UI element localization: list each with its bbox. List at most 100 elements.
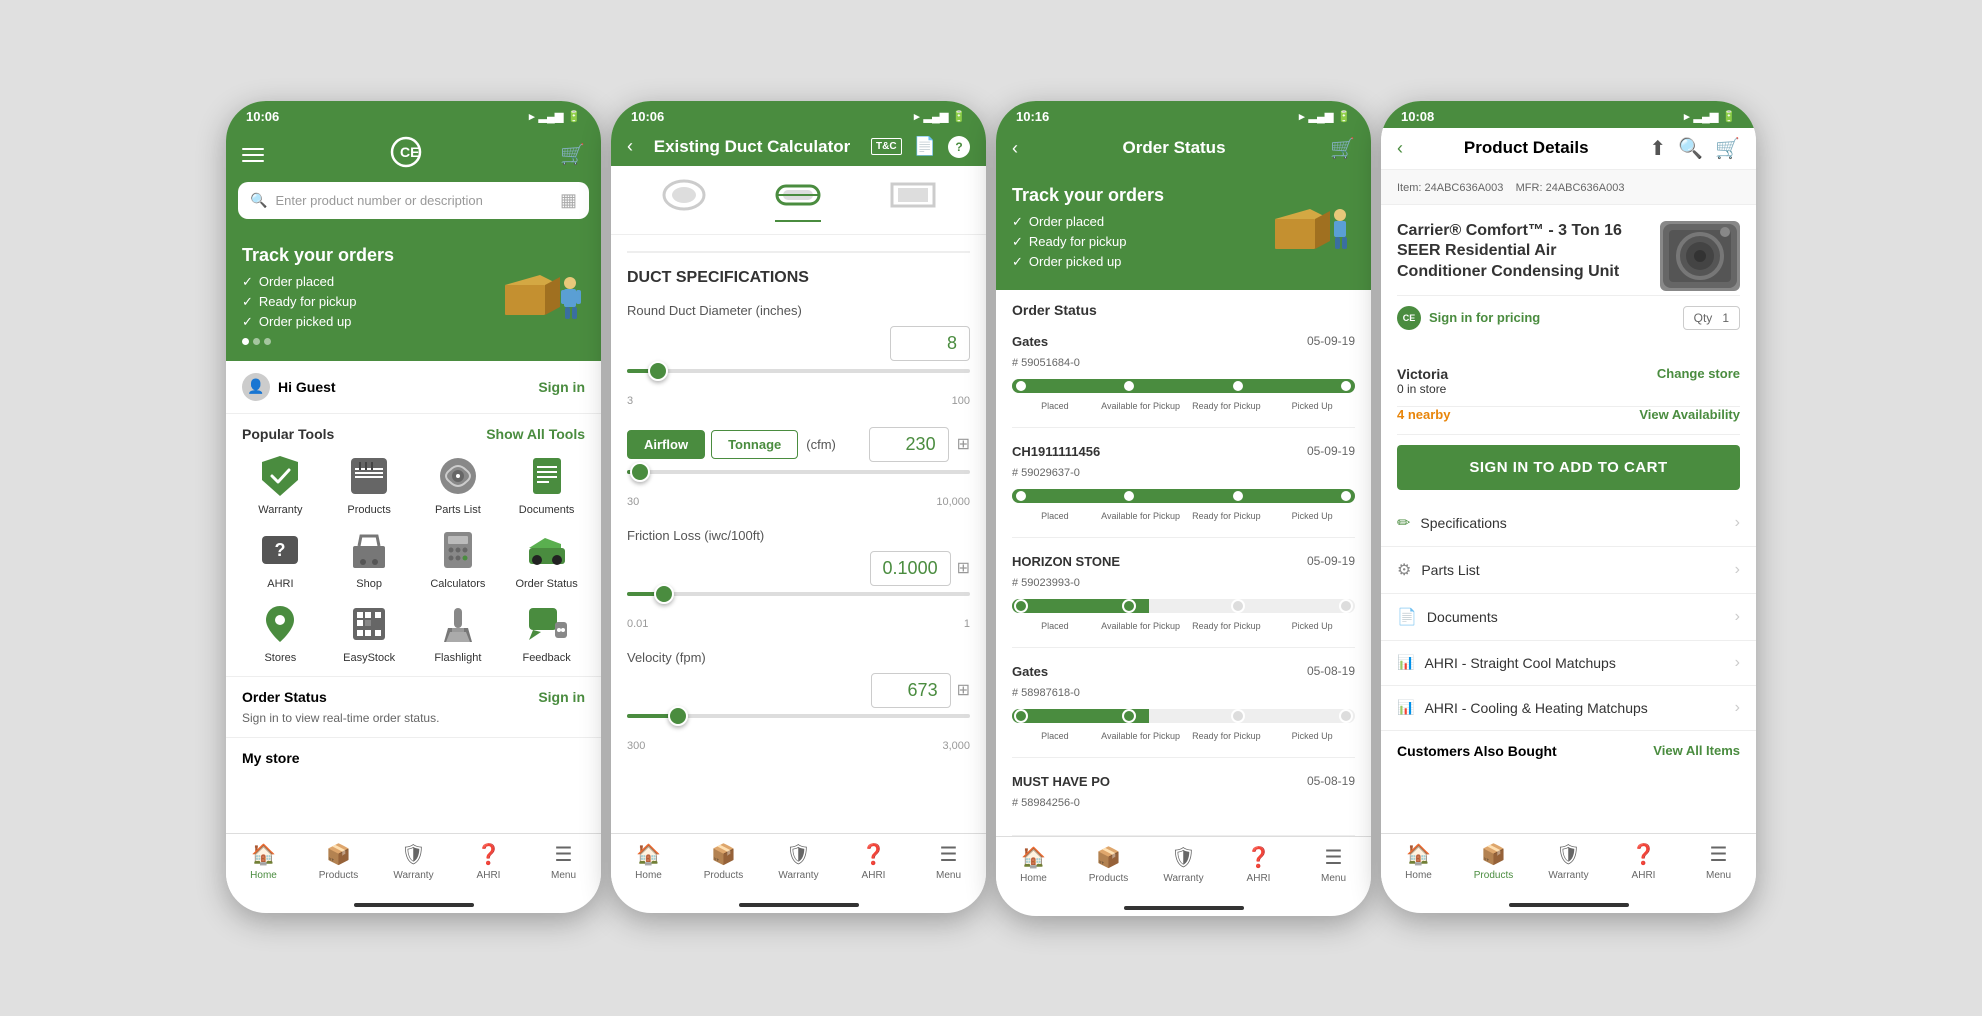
detail-row-ahri1[interactable]: 📊 AHRI - Straight Cool Matchups ›	[1381, 641, 1756, 686]
calc-icon-1[interactable]: ⊞	[957, 434, 970, 454]
detail-row-parts[interactable]: ⚙ Parts List ›	[1381, 547, 1756, 594]
nav-products-4[interactable]: 📦 Products	[1456, 842, 1531, 881]
check-3: ✓Order picked up	[242, 314, 394, 330]
share-icon-4[interactable]: ⬆	[1649, 136, 1666, 161]
nav-menu-3[interactable]: ☰ Menu	[1296, 845, 1371, 884]
detail-row-docs[interactable]: 📄 Documents ›	[1381, 594, 1756, 641]
parts-icon	[436, 454, 480, 498]
tool-warranty[interactable]: Warranty	[242, 454, 319, 516]
stores-icon	[258, 602, 302, 646]
nav-menu-2[interactable]: ☰ Menu	[911, 842, 986, 881]
customers-row-4: Customers Also Bought View All Items	[1381, 731, 1756, 771]
view-all-4[interactable]: View All Items	[1653, 743, 1740, 758]
tool-feedback[interactable]: Feedback	[508, 602, 585, 664]
tab-round[interactable]	[659, 178, 709, 222]
tab-flat-oval[interactable]	[773, 178, 823, 222]
tool-shop[interactable]: Shop	[331, 528, 408, 590]
search-icon-4[interactable]: 🔍	[1678, 136, 1703, 161]
calc-icon-2[interactable]: ⊞	[957, 558, 970, 578]
show-all-1[interactable]: Show All Tools	[486, 426, 585, 442]
nav-ahri-4[interactable]: ❓ AHRI	[1606, 842, 1681, 881]
tool-label-ahri: AHRI	[267, 578, 293, 590]
nav-products-label-4: Products	[1474, 870, 1513, 881]
airflow-value[interactable]: 230	[869, 427, 949, 462]
nav-products-3[interactable]: 📦 Products	[1071, 845, 1146, 884]
tc-icon[interactable]: T&C	[871, 138, 902, 155]
velocity-slider[interactable]	[627, 714, 970, 734]
tool-label-stores: Stores	[264, 652, 296, 664]
sign-in-1[interactable]: Sign in	[538, 379, 585, 395]
back-btn-3[interactable]: ‹	[1012, 138, 1018, 159]
calc-icon-3[interactable]: ⊞	[957, 680, 970, 700]
back-btn-2[interactable]: ‹	[627, 136, 633, 157]
nav-ahri-3[interactable]: ❓ AHRI	[1221, 845, 1296, 884]
tab-rectangular[interactable]	[888, 178, 938, 222]
airflow-btn[interactable]: Airflow	[627, 430, 705, 459]
time-1: 10:06	[246, 109, 279, 124]
nav-products-2[interactable]: 📦 Products	[686, 842, 761, 881]
nav-warranty-2[interactable]: 🛡 Warranty	[761, 842, 836, 881]
friction-slider[interactable]	[627, 592, 970, 612]
view-avail-4[interactable]: View Availability	[1639, 407, 1740, 422]
nav-menu-label-3: Menu	[1321, 873, 1346, 884]
nav-warranty-3[interactable]: 🛡 Warranty	[1146, 845, 1221, 884]
nav-home-2[interactable]: 🏠 Home	[611, 842, 686, 881]
tool-products[interactable]: Products	[331, 454, 408, 516]
tool-easystock[interactable]: EasyStock	[331, 602, 408, 664]
diameter-slider[interactable]	[627, 369, 970, 389]
tool-calculators[interactable]: Calculators	[420, 528, 497, 590]
nav-menu-1[interactable]: ☰ Menu	[526, 842, 601, 881]
avatar-1: 👤	[242, 373, 270, 401]
nav-ahri-2[interactable]: ❓ AHRI	[836, 842, 911, 881]
tools-section-1: Popular Tools Show All Tools Warranty	[226, 414, 601, 676]
detail-row-ahri2[interactable]: 📊 AHRI - Cooling & Heating Matchups ›	[1381, 686, 1756, 731]
nearby-row-4: 4 nearby View Availability	[1397, 407, 1740, 435]
nav-products-1[interactable]: 📦 Products	[301, 842, 376, 881]
cart-icon-4[interactable]: 🛒	[1715, 136, 1740, 161]
detail-label-specs: ✏ Specifications	[1397, 513, 1507, 533]
help-icon[interactable]: ?	[948, 136, 970, 158]
nav-warranty-1[interactable]: 🛡 Warranty	[376, 842, 451, 881]
banner-dots-1	[242, 338, 394, 345]
banner-text-1: Track your orders ✓Order placed ✓Ready f…	[242, 245, 394, 345]
customers-title-4: Customers Also Bought	[1397, 743, 1557, 759]
cart-icon-3[interactable]: 🛒	[1330, 136, 1355, 161]
nav-warranty-4[interactable]: 🛡 Warranty	[1531, 842, 1606, 881]
nav-title-2: Existing Duct Calculator	[654, 137, 850, 157]
change-store-btn-4[interactable]: Change store	[1657, 366, 1740, 381]
diameter-value[interactable]: 8	[890, 326, 970, 361]
friction-label: Friction Loss (iwc/100ft)	[627, 528, 970, 543]
nav-home-3[interactable]: 🏠 Home	[996, 845, 1071, 884]
nav-home-1[interactable]: 🏠 Home	[226, 842, 301, 881]
detail-row-specs[interactable]: ✏ Specifications ›	[1381, 500, 1756, 547]
tool-ahri[interactable]: ? AHRI	[242, 528, 319, 590]
tool-stores[interactable]: Stores	[242, 602, 319, 664]
nav-ahri-1[interactable]: ❓ AHRI	[451, 842, 526, 881]
tool-documents[interactable]: Documents	[508, 454, 585, 516]
chevron-ahri2: ›	[1735, 699, 1740, 717]
qty-value-4[interactable]: 1	[1722, 311, 1729, 325]
airflow-slider[interactable]	[627, 470, 970, 490]
nav-home-icon-3: 🏠	[1021, 845, 1046, 870]
nav-home-4[interactable]: 🏠 Home	[1381, 842, 1456, 881]
order-card-5: MUST HAVE PO 05-08-19 # 58984256-0	[1012, 758, 1355, 836]
velocity-value[interactable]: 673	[871, 673, 951, 708]
progress-labels-4: Placed Available for Pickup Ready for Pi…	[1012, 731, 1355, 741]
cart-icon-1[interactable]: 🛒	[560, 142, 585, 167]
tool-order-status[interactable]: Order Status	[508, 528, 585, 590]
order-sign-in-1[interactable]: Sign in	[538, 689, 585, 705]
nav-header-3: ‹ Order Status 🛒	[996, 128, 1371, 169]
nav-menu-4[interactable]: ☰ Menu	[1681, 842, 1756, 881]
tool-flashlight[interactable]: Flashlight	[420, 602, 497, 664]
back-btn-4[interactable]: ‹	[1397, 138, 1403, 159]
add-to-cart-btn-4[interactable]: SIGN IN TO ADD TO CART	[1397, 445, 1740, 490]
tonnage-btn[interactable]: Tonnage	[711, 430, 798, 459]
search-input-1[interactable]: 🔍 Enter product number or description ▦	[238, 182, 589, 219]
order-list-3: Gates 05-09-19 # 59051684-0 Placed Avail…	[996, 318, 1371, 836]
friction-value[interactable]: 0.1000	[870, 551, 951, 586]
hamburger-menu[interactable]	[242, 148, 264, 162]
doc-icon[interactable]: 📄	[914, 136, 936, 157]
tool-parts[interactable]: Parts List	[420, 454, 497, 516]
diameter-range: 3 100	[627, 395, 970, 407]
sign-pricing-4[interactable]: Sign in for pricing	[1429, 310, 1540, 325]
